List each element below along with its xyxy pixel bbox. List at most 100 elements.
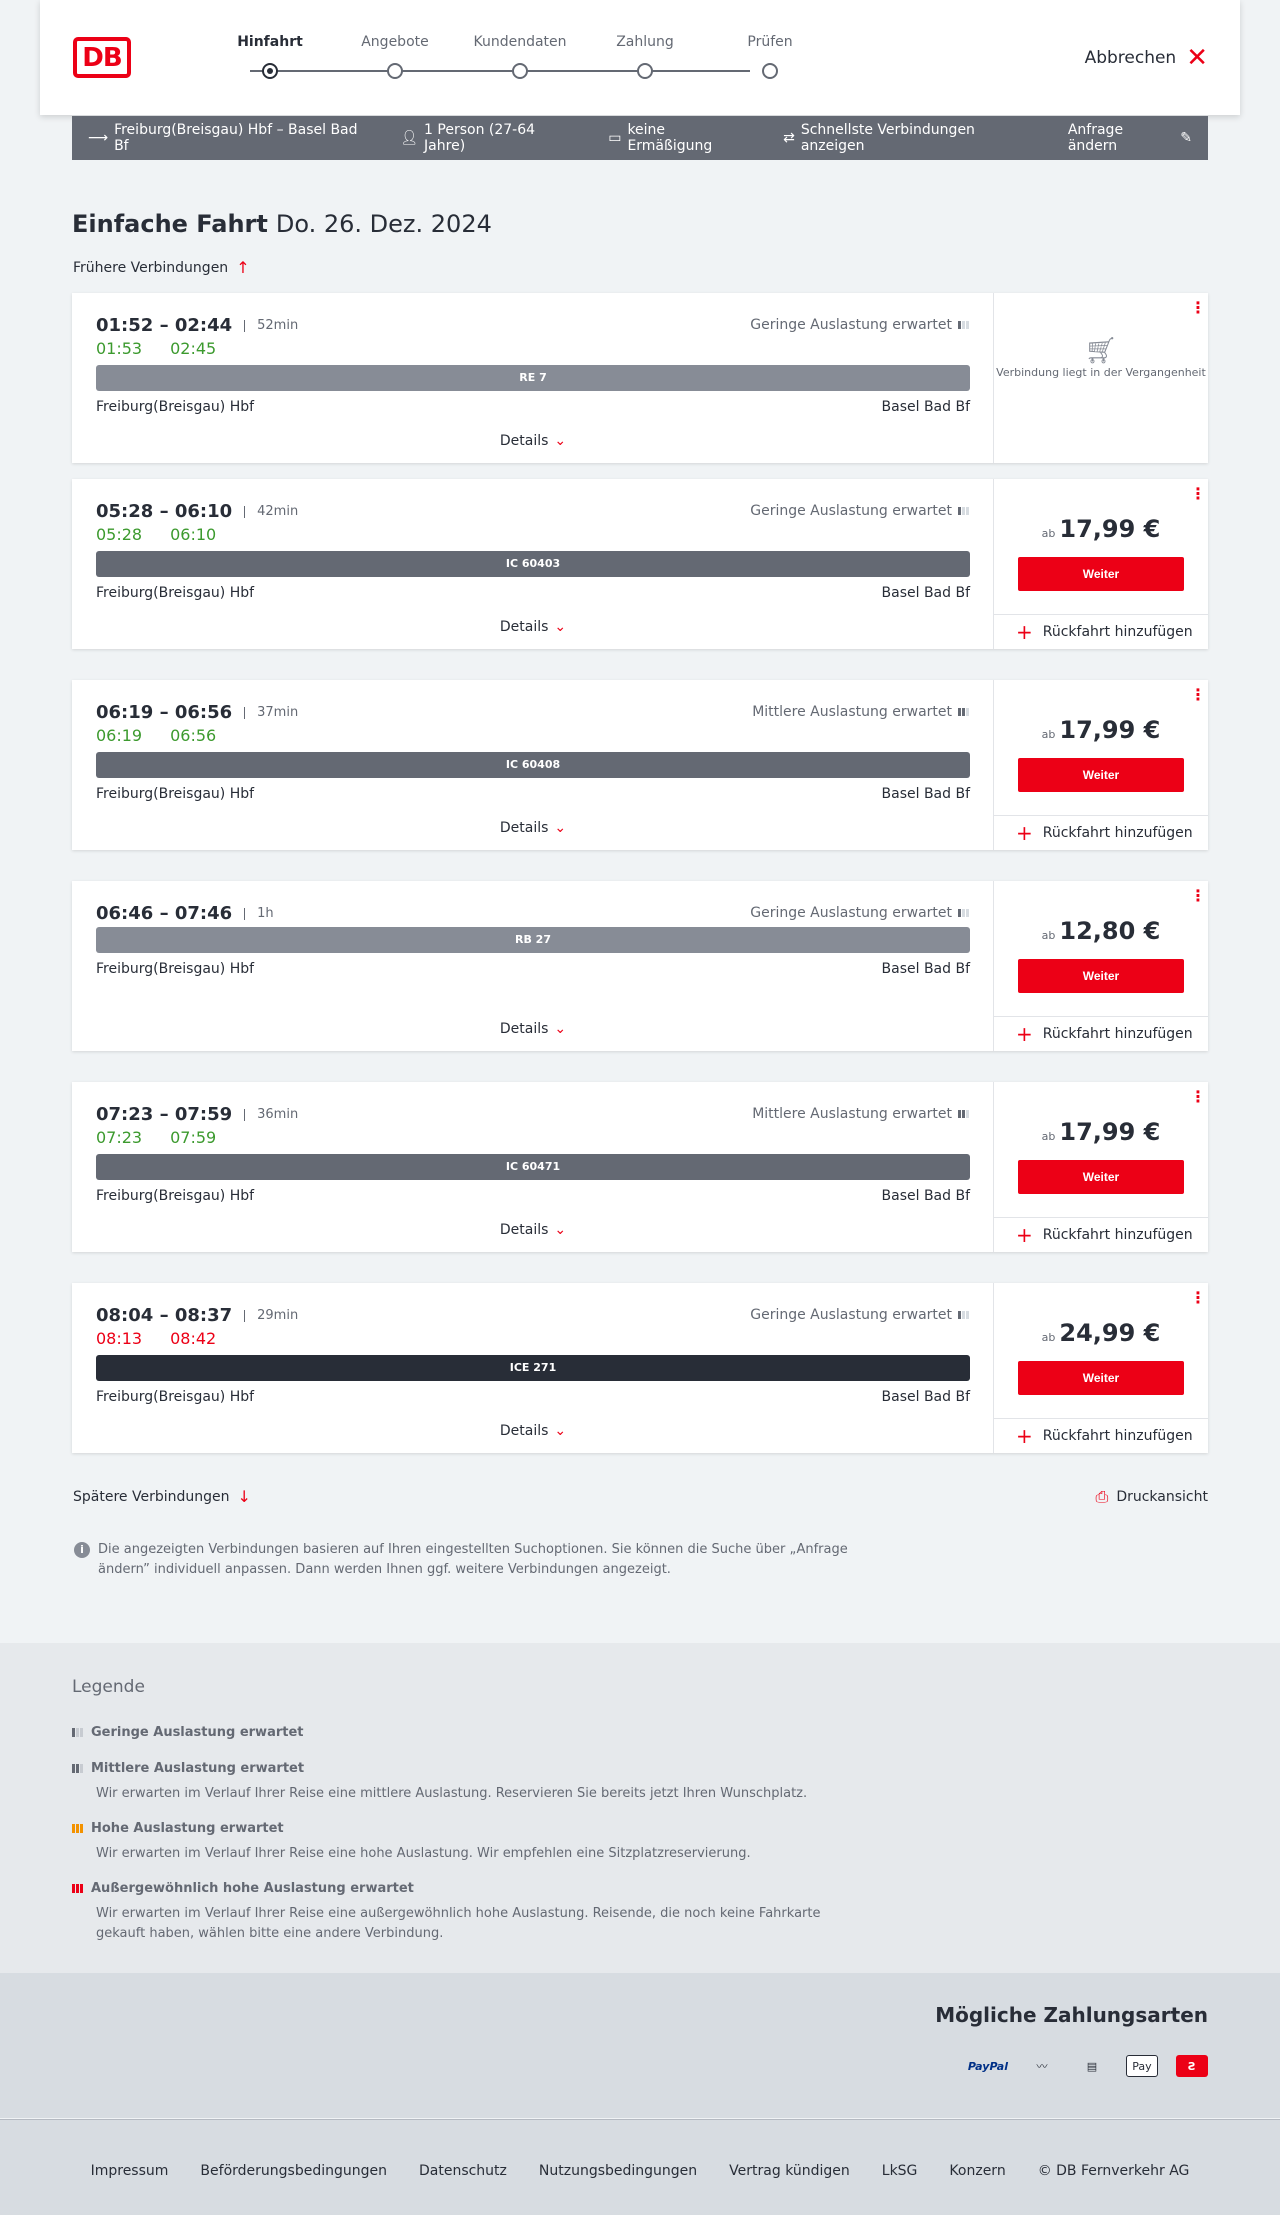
connection-card: 08:04 – 08:37 29min 08:13 08:42 Geringe Au…: [72, 1283, 1208, 1453]
step-kundendaten[interactable]: Kundendaten: [460, 34, 580, 79]
more-options-icon[interactable]: ⋮: [1190, 1290, 1206, 1306]
arrow-down-icon: ↓: [237, 1487, 251, 1506]
more-options-icon[interactable]: ⋮: [1190, 1089, 1206, 1105]
train-bar[interactable]: RB 27: [96, 927, 970, 953]
header: DB Hinfahrt Angebote Kundendaten Zahlung…: [40, 0, 1240, 115]
continue-button[interactable]: Weiter: [1018, 758, 1184, 792]
past-connection-note: 🛒︎ Verbindung liegt in der Vergangenheit: [994, 336, 1208, 381]
step-zahlung[interactable]: Zahlung: [585, 34, 705, 79]
realtime-times: 01:53 02:45: [96, 339, 244, 358]
footer-link[interactable]: Datenschutz: [419, 2163, 507, 2179]
cancel-button[interactable]: Abbrechen ✕: [1085, 45, 1208, 71]
contactless-icon: 〰: [1036, 2060, 1048, 2073]
apple-pay-icon: Pay: [1126, 2055, 1158, 2077]
add-return-button[interactable]: + Rückfahrt hinzufügen: [994, 815, 1208, 850]
occupancy-text: Mittlere Auslastung erwartet: [752, 1106, 952, 1122]
continue-button[interactable]: Weiter: [1018, 557, 1184, 591]
price-panel: ⋮ 🛒︎ Verbindung liegt in der Vergangenhei…: [994, 293, 1208, 463]
legend-item-title: Geringe Auslastung erwartet: [91, 1725, 304, 1740]
continue-button[interactable]: Weiter: [1018, 959, 1184, 993]
realtime-departure: 07:23: [96, 1128, 143, 1147]
origin-station: Freiburg(Breisgau) Hbf: [96, 786, 255, 802]
more-options-icon[interactable]: ⋮: [1190, 300, 1206, 316]
step-angebote[interactable]: Angebote: [335, 34, 455, 79]
realtime-times: 05:28 06:10: [96, 525, 244, 544]
price: ab 17,99 €: [994, 1118, 1208, 1146]
step-label: Angebote: [361, 34, 429, 50]
footer-link[interactable]: Konzern: [949, 2163, 1005, 2179]
details-toggle[interactable]: Details ⌄: [72, 433, 994, 449]
details-toggle[interactable]: Details ⌄: [72, 1423, 994, 1439]
query-persons: 👤︎ 1 Person (27-64 Jahre): [400, 122, 574, 154]
persons-text: 1 Person (27-64 Jahre): [424, 122, 536, 154]
details-toggle[interactable]: Details ⌄: [72, 1021, 994, 1037]
footer-link[interactable]: Impressum: [91, 2163, 169, 2179]
price: ab 17,99 €: [994, 515, 1208, 543]
occupancy-text: Mittlere Auslastung erwartet: [752, 704, 952, 720]
db-logo[interactable]: DB: [73, 37, 131, 78]
details-label: Details: [499, 820, 549, 836]
query-discount: ▭ keine Ermäßigung: [608, 122, 749, 154]
step-hinfahrt[interactable]: Hinfahrt: [210, 34, 330, 79]
legend-item-desc: Wir erwarten im Verlauf Ihrer Reise eine…: [96, 1786, 808, 1801]
occupancy: Geringe Auslastung erwartet: [750, 317, 969, 333]
more-options-icon[interactable]: ⋮: [1190, 486, 1206, 502]
price-panel: ⋮ ab 17,99 € Weiter + Rückfahrt hinzufügen: [994, 680, 1208, 850]
details-toggle[interactable]: Details ⌄: [72, 820, 994, 836]
train-bar[interactable]: ICE 271: [96, 1355, 970, 1381]
scheduled-times: 06:46 – 07:46 1h: [96, 903, 274, 924]
legend-title: Legende: [72, 1677, 145, 1697]
train-bar[interactable]: RE 7: [96, 365, 970, 391]
add-return-button[interactable]: + Rückfahrt hinzufügen: [994, 1217, 1208, 1252]
more-options-icon[interactable]: ⋮: [1190, 888, 1206, 904]
plus-icon: +: [1016, 1223, 1033, 1247]
footer-link[interactable]: Vertrag kündigen: [729, 2163, 850, 2179]
payment-icons: PayPal 〰 ▤ Pay Ƨ: [968, 2055, 1208, 2077]
add-return-button[interactable]: + Rückfahrt hinzufügen: [994, 614, 1208, 649]
footer-link[interactable]: LkSG: [882, 2163, 918, 2179]
train-bar[interactable]: IC 60408: [96, 752, 970, 778]
price-value: 17,99 €: [1059, 716, 1161, 744]
details-toggle[interactable]: Details ⌄: [72, 619, 994, 635]
earlier-connections-link[interactable]: Frühere Verbindungen ↑: [73, 258, 250, 277]
origin-station: Freiburg(Breisgau) Hbf: [96, 1188, 255, 1204]
realtime-arrival: 07:59: [170, 1128, 217, 1147]
stations: Freiburg(Breisgau) Hbf Basel Bad Bf: [96, 399, 970, 415]
later-connections-link[interactable]: Spätere Verbindungen ↓: [73, 1487, 251, 1506]
print-view-link[interactable]: ⎙ Druckansicht: [1096, 1487, 1208, 1507]
duration: 36min: [244, 1108, 298, 1121]
step-label: Kundendaten: [473, 34, 567, 50]
destination-station: Basel Bad Bf: [881, 961, 970, 977]
query-bar: ⟶ Freiburg(Breisgau) Hbf – Basel Bad Bf 👤…: [72, 116, 1208, 160]
step-dot: [262, 63, 278, 79]
time-range: 08:04 – 08:37: [96, 1305, 233, 1326]
add-return-button[interactable]: + Rückfahrt hinzufügen: [994, 1418, 1208, 1453]
scheduled-times: 05:28 – 06:10 42min: [96, 501, 298, 522]
footer-link[interactable]: © DB Fernverkehr AG: [1038, 2163, 1190, 2179]
train-bar[interactable]: IC 60471: [96, 1154, 970, 1180]
occupancy-icon: [958, 507, 969, 515]
info-text: Die angezeigten Verbindungen basieren au…: [98, 1542, 848, 1577]
train-bar[interactable]: IC 60403: [96, 551, 970, 577]
connection-info: 05:28 – 06:10 42min 05:28 06:10 Geringe Au…: [72, 479, 994, 649]
details-toggle[interactable]: Details ⌄: [72, 1222, 994, 1238]
add-return-button[interactable]: + Rückfahrt hinzufügen: [994, 1016, 1208, 1051]
realtime-arrival: 06:56: [170, 726, 217, 745]
occupancy-text: Geringe Auslastung erwartet: [750, 1307, 952, 1323]
price-value: 12,80 €: [1059, 917, 1161, 945]
continue-button[interactable]: Weiter: [1018, 1361, 1184, 1395]
step-pruefen[interactable]: Prüfen: [710, 34, 830, 79]
occupancy-icon: [958, 321, 969, 329]
change-request-button[interactable]: Anfrage ändern ✎: [1068, 122, 1192, 154]
arrow-up-icon: ↑: [236, 258, 250, 277]
legend-section: Legende Geringe Auslastung erwartet Mitt…: [0, 1643, 1280, 1973]
footer-link[interactable]: Nutzungsbedingungen: [539, 2163, 697, 2179]
price-panel: ⋮ ab 17,99 € Weiter + Rückfahrt hinzufügen: [994, 1082, 1208, 1252]
more-options-icon[interactable]: ⋮: [1190, 687, 1206, 703]
scheduled-times: 08:04 – 08:37 29min: [96, 1305, 298, 1326]
footer-link[interactable]: Beförderungsbedingungen: [200, 2163, 387, 2179]
continue-button[interactable]: Weiter: [1018, 1160, 1184, 1194]
occupancy: Geringe Auslastung erwartet: [750, 503, 969, 519]
chevron-down-icon: ⌄: [554, 1021, 567, 1037]
cart-disabled-icon: 🛒︎: [1084, 336, 1118, 366]
